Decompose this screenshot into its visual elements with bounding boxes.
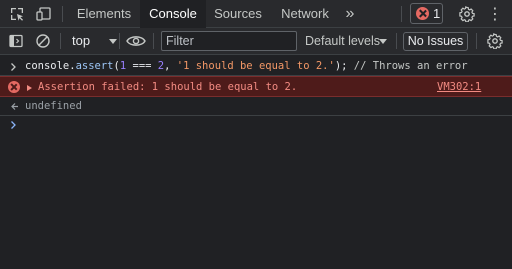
tab-elements[interactable]: Elements — [68, 0, 140, 28]
toolbar-divider — [401, 6, 402, 22]
error-count: 1 — [433, 6, 441, 21]
more-tabs-chevron-icon[interactable]: » — [340, 0, 360, 28]
chevron-down-icon — [379, 39, 387, 44]
console-toolbar: top Default levels No Issues — [0, 28, 512, 55]
error-source-link[interactable]: VM302:1 — [437, 81, 481, 93]
toolbar-divider — [396, 33, 397, 49]
devtools-tab-bar: Elements Console Sources Network » 1 ⋮ — [0, 0, 512, 29]
code-paren-close: ); — [334, 60, 348, 72]
code-comment: // Throws an error — [347, 60, 468, 72]
console-error-row[interactable]: Assertion failed: 1 should be equal to 2… — [0, 76, 512, 97]
live-expression-eye-icon[interactable] — [126, 32, 146, 50]
result-arrow-icon — [11, 103, 18, 110]
console-input-code: console.assert(1 === 2, '1 should be equ… — [25, 60, 468, 72]
error-icon — [416, 7, 429, 20]
error-message: Assertion failed: 1 should be equal to 2… — [38, 81, 298, 93]
console-input-row: console.assert(1 === 2, '1 should be equ… — [0, 57, 512, 76]
code-method: assert — [75, 60, 114, 72]
toolbar-divider — [476, 33, 477, 49]
log-levels-dropdown[interactable]: Default levels — [305, 34, 380, 48]
console-settings-gear-icon[interactable] — [486, 32, 504, 50]
device-toolbar-icon[interactable] — [35, 5, 53, 23]
chevron-down-icon — [109, 39, 117, 44]
expand-triangle-icon[interactable] — [27, 85, 32, 91]
error-icon — [8, 81, 20, 93]
toolbar-divider — [62, 6, 63, 22]
code-comma: , — [164, 60, 177, 72]
more-options-icon[interactable]: ⋮ — [486, 5, 504, 23]
tab-network[interactable]: Network — [272, 0, 338, 28]
toolbar-divider — [60, 33, 61, 49]
code-operator: === — [126, 60, 158, 72]
console-prompt-row[interactable] — [0, 116, 512, 134]
result-value: undefined — [25, 100, 82, 112]
show-sidebar-icon[interactable] — [7, 32, 25, 50]
console-output[interactable]: console.assert(1 === 2, '1 should be equ… — [0, 55, 512, 269]
issues-button[interactable]: No Issues — [403, 32, 468, 51]
inspect-element-icon[interactable] — [8, 5, 26, 23]
prompt-chevron-icon — [11, 121, 16, 129]
settings-gear-icon[interactable] — [458, 5, 476, 23]
toolbar-divider — [119, 33, 120, 49]
tab-console[interactable]: Console — [140, 0, 206, 29]
tab-sources[interactable]: Sources — [206, 0, 270, 28]
filter-input[interactable] — [161, 31, 297, 51]
toolbar-divider — [153, 33, 154, 49]
clear-console-icon[interactable] — [34, 32, 52, 50]
input-chevron-icon — [11, 63, 16, 71]
code-string: '1 should be equal to 2.' — [176, 60, 335, 72]
error-count-badge[interactable]: 1 — [410, 3, 443, 24]
console-result-row: undefined — [0, 97, 512, 116]
context-selector[interactable]: top — [72, 33, 90, 48]
code-object: console. — [25, 60, 76, 72]
